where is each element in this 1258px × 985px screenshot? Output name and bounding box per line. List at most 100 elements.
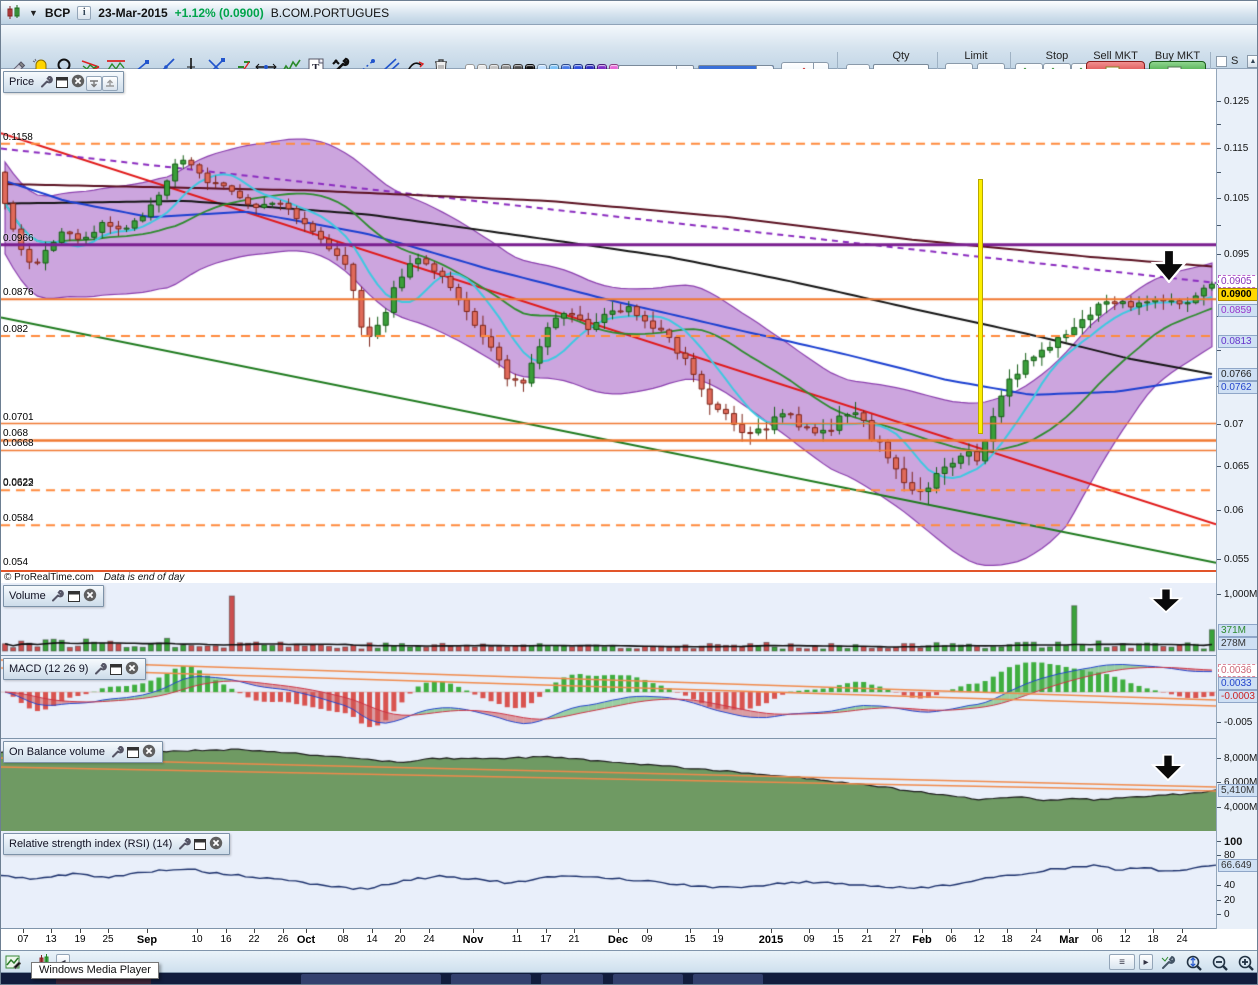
time-axis-tick (690, 929, 691, 933)
time-axis-tick (1125, 929, 1126, 933)
time-axis[interactable]: 07 13 19 25 Sep 10 16 22 26 Oct 08 14 20 24 Nov 11 17 21 D… (1, 929, 1257, 951)
panel-settings-wrench-icon[interactable] (50, 588, 66, 603)
taskbar-window-button[interactable] (451, 974, 531, 984)
settings-wrench-icon[interactable] (1159, 954, 1177, 970)
time-axis-label: 16 (220, 934, 232, 945)
panel-settings-wrench-icon[interactable] (176, 836, 192, 851)
candlestick-logo-icon (6, 5, 22, 20)
axis-tick (1217, 424, 1221, 425)
panel-settings-wrench-icon[interactable] (92, 661, 108, 676)
axis-value-tag: 5,410M (1218, 784, 1257, 797)
spinner-up-icon[interactable]: ▲ (1247, 55, 1257, 68)
copyright-text: © ProRealTime.com (4, 572, 94, 583)
s-checkbox[interactable] (1216, 56, 1227, 67)
price-level-label: 0.0622 (3, 478, 34, 490)
scroll-right-button[interactable]: ▸ (1139, 954, 1153, 970)
taskbar-window-button[interactable] (541, 974, 603, 984)
qty-label: Qty (892, 50, 910, 62)
zoom-out-icon[interactable] (1211, 954, 1229, 971)
axis-value-tag: 66.649 (1218, 859, 1257, 872)
price-level-label: 0.054 (3, 556, 29, 568)
axis-value-tag: 0.0859 (1218, 304, 1257, 317)
time-axis-label: 25 (102, 934, 114, 945)
time-axis-tick (771, 929, 772, 933)
axis-label: 0.065 (1224, 461, 1250, 472)
panel-close-icon[interactable] (82, 587, 98, 602)
panel-settings-wrench-icon[interactable] (109, 744, 125, 759)
axis-label: 0.105 (1224, 193, 1250, 204)
time-axis-tick (372, 929, 373, 933)
volume-chart-canvas[interactable] (1, 583, 1216, 656)
time-axis-tick (895, 929, 896, 933)
time-axis-tick (23, 929, 24, 933)
price-level-label: 0.0701 (3, 411, 34, 423)
time-axis-label: 11 (511, 934, 523, 945)
draw-chart-icon[interactable] (5, 954, 21, 970)
os-taskbar[interactable] (1, 973, 1257, 984)
axis-tick (1217, 885, 1221, 886)
quote-change: +1.12% (0.0900) (174, 5, 264, 20)
time-axis-label: Dec (607, 934, 629, 946)
time-axis-label: 09 (641, 934, 653, 945)
axis-label: 0.125 (1224, 96, 1250, 107)
panel-close-icon[interactable] (208, 835, 224, 850)
panel-detach-icon[interactable] (125, 745, 141, 760)
price-level-label: 0.1158 (3, 131, 33, 143)
panel-close-icon[interactable] (124, 660, 140, 675)
axis-tick (1217, 855, 1221, 856)
axis-tick (1217, 124, 1221, 125)
time-axis-tick (574, 929, 575, 933)
time-axis-label: Nov (462, 934, 484, 946)
s-checkbox-label: S (1231, 55, 1239, 67)
panel-detach-icon[interactable] (108, 662, 124, 677)
instrument-dropdown-caret[interactable]: ▼ (29, 8, 38, 18)
axis-label: 0 (1224, 909, 1230, 920)
panel-detach-icon[interactable] (54, 75, 70, 90)
axis-value-tag: 0.0905 (1218, 275, 1257, 288)
panel-close-icon[interactable] (70, 73, 86, 88)
panel-settings-wrench-icon[interactable] (38, 74, 54, 89)
info-icon[interactable]: i (77, 5, 92, 20)
time-axis-label: 09 (803, 934, 815, 945)
price-axis-column[interactable]: 0.125 0.115 0.105 0.095 0.07 0.065 0.06 0.055 0.… (1216, 69, 1257, 929)
panel-detach-icon[interactable] (192, 837, 208, 852)
taskbar-window-button[interactable] (301, 974, 441, 984)
down-arrow-annotation (1149, 248, 1189, 284)
time-axis-label: Sep (136, 934, 158, 946)
panel-title: MACD (12 26 9) (9, 662, 89, 675)
axis-label: 20 (1224, 895, 1236, 906)
zoom-fit-icon[interactable] (1185, 954, 1203, 971)
axis-tick (1217, 350, 1221, 351)
instrument-symbol[interactable]: BCP (45, 6, 70, 20)
time-axis-label: 15 (684, 934, 696, 945)
axis-label: -0.005 (1224, 717, 1253, 728)
zoom-in-icon[interactable] (1237, 954, 1255, 971)
taskbar-window-button[interactable] (613, 974, 683, 984)
panel-detach-icon[interactable] (66, 589, 82, 604)
axis-tick (1217, 101, 1221, 102)
price-level-label: 0.0668 (3, 438, 34, 450)
time-axis-label: Oct (296, 934, 316, 946)
time-axis-tick (226, 929, 227, 933)
obv-chart-canvas[interactable] (1, 739, 1216, 831)
taskbar-window-button[interactable] (693, 974, 763, 984)
volume-panel: Volume (1, 583, 1216, 656)
time-axis-label: 13 (45, 934, 57, 945)
panel-move-down-icon[interactable] (86, 75, 103, 91)
time-axis-label: 21 (861, 934, 873, 945)
axis-tick (1217, 782, 1221, 783)
price-chart-canvas[interactable] (1, 69, 1216, 570)
time-axis-tick (867, 929, 868, 933)
macd-chart-canvas[interactable] (1, 656, 1216, 739)
panel-close-icon[interactable] (141, 743, 157, 758)
price-level-label: 0.0876 (3, 287, 34, 299)
time-axis-label: 27 (889, 934, 901, 945)
chart-menu-button[interactable]: ≡ (1109, 954, 1135, 970)
axis-tick (1217, 807, 1221, 808)
time-axis-label: 18 (1147, 934, 1159, 945)
panel-title: Volume (9, 589, 46, 602)
panel-move-up-icon[interactable] (102, 75, 119, 91)
axis-value-tag: 371M (1218, 624, 1257, 637)
time-axis-label: 14 (366, 934, 378, 945)
axis-value-tag: 0.0766 (1218, 368, 1257, 381)
